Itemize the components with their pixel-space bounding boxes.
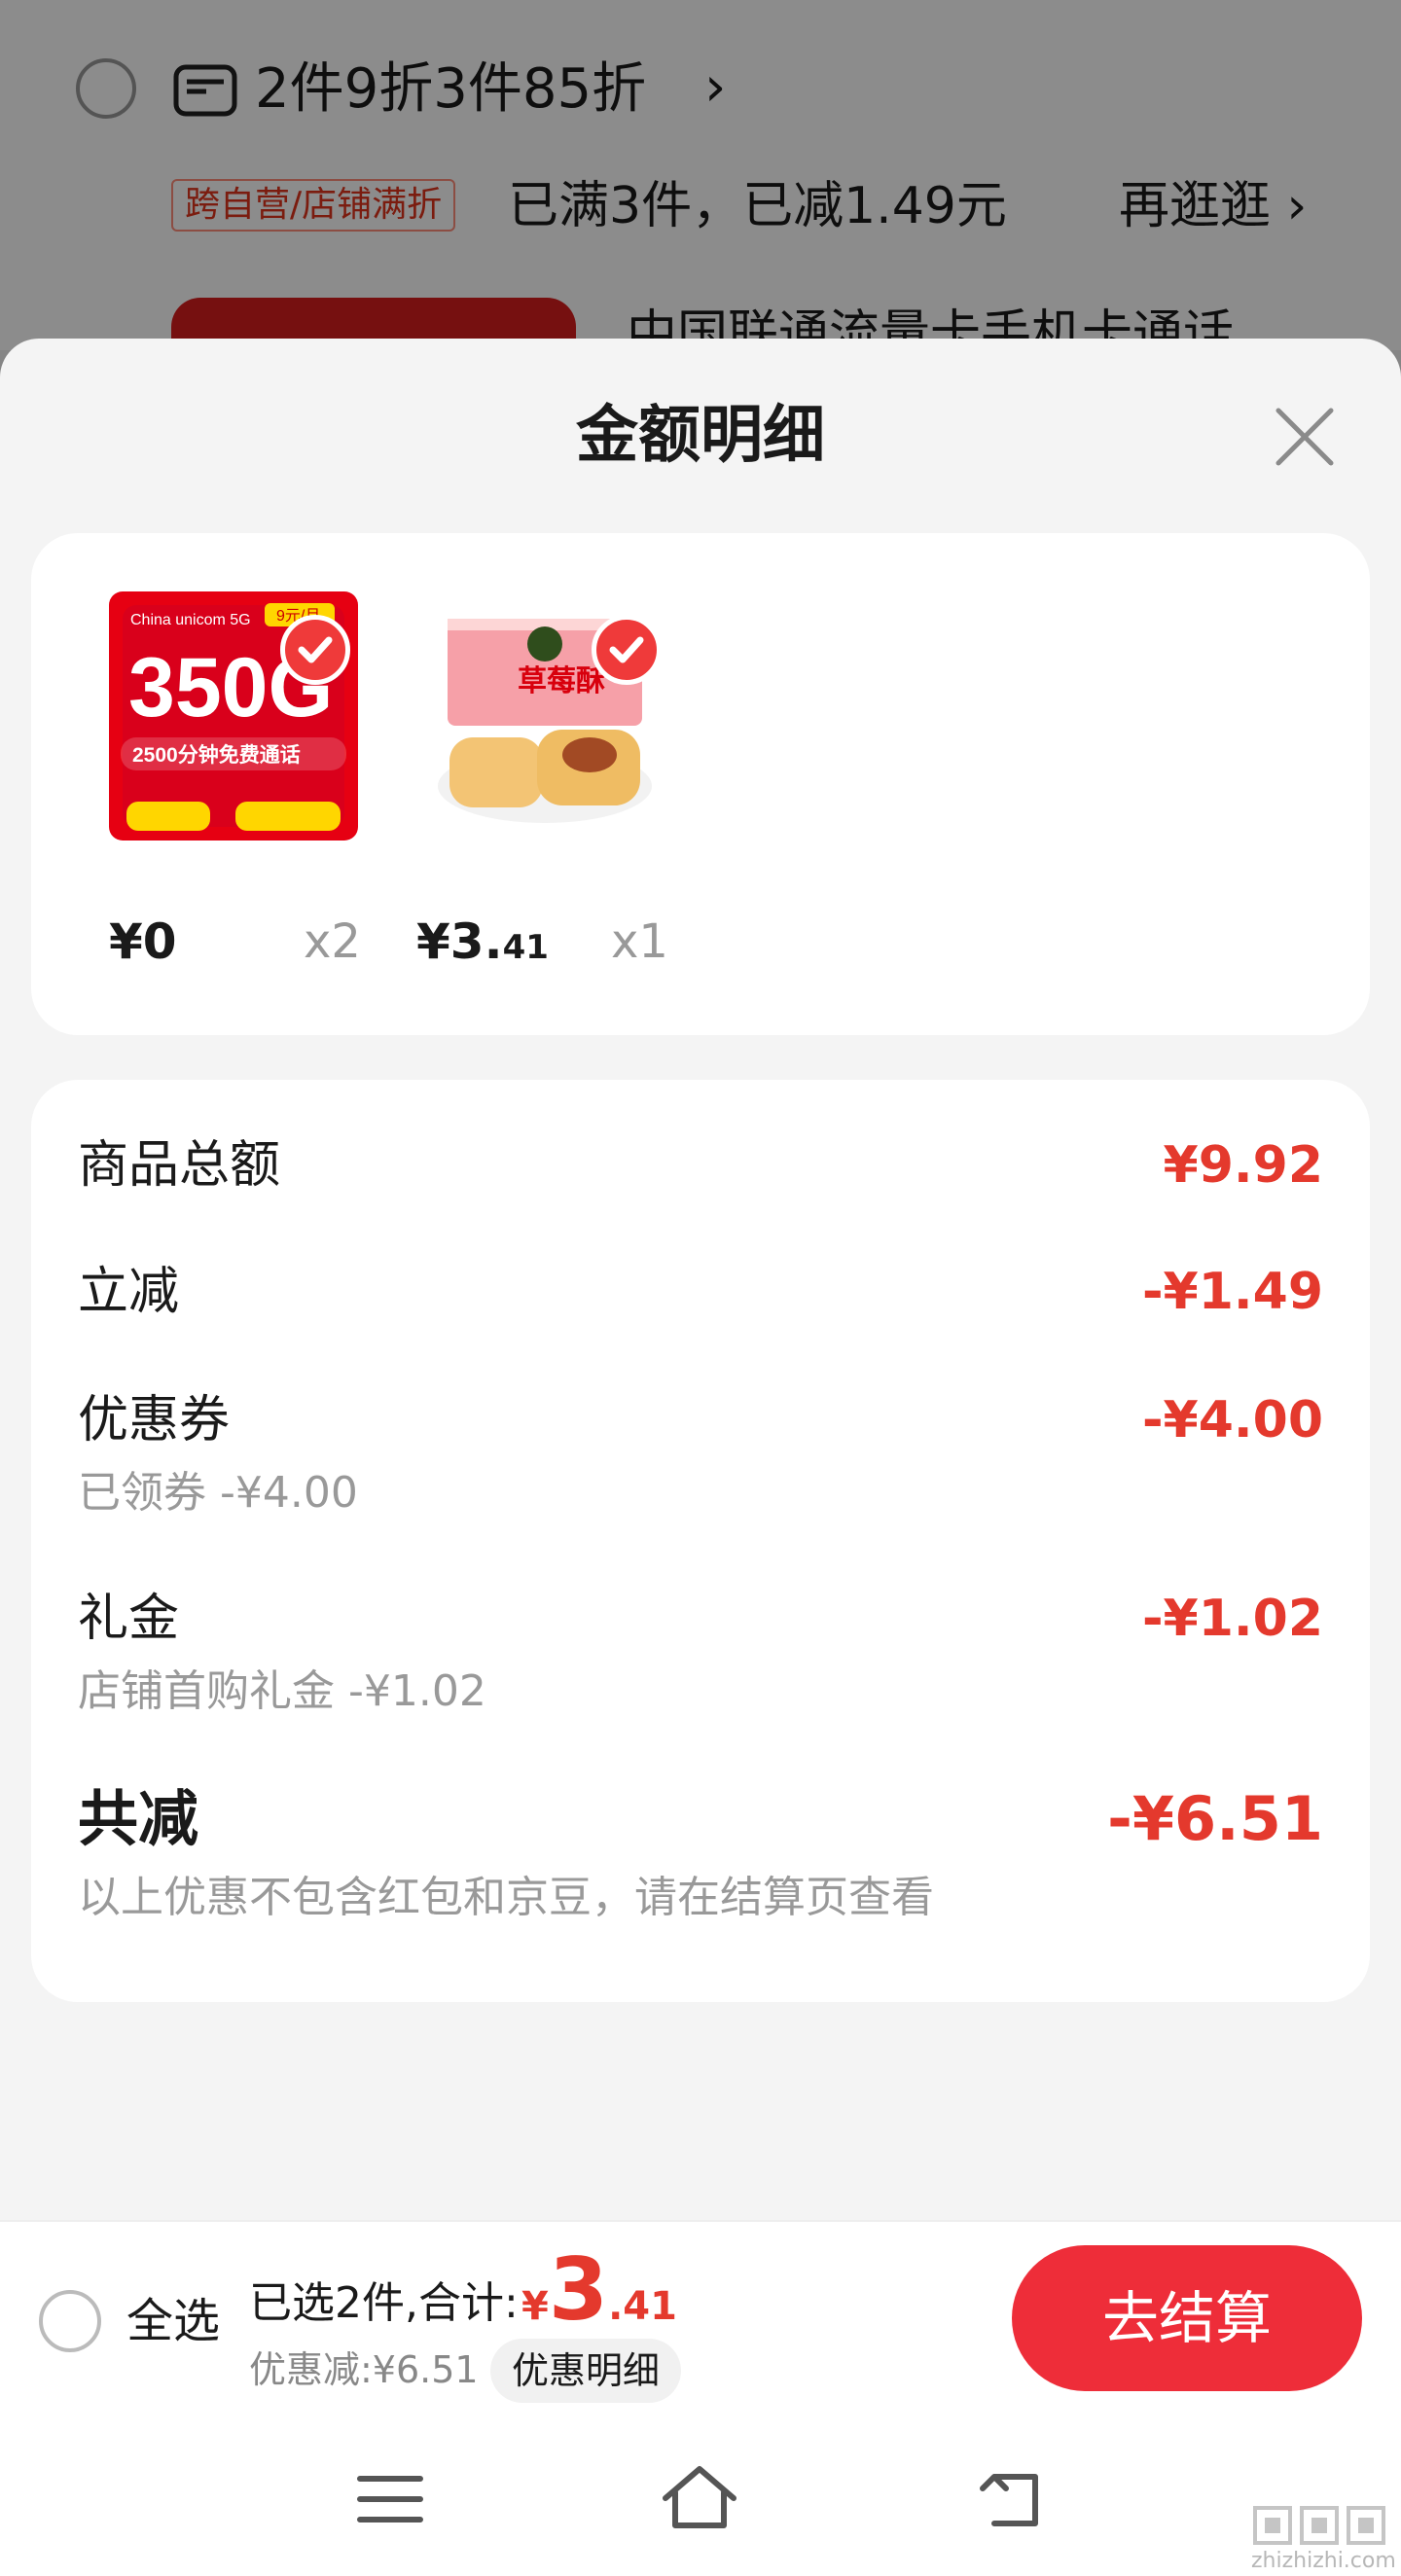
summary-label: 已选2件,合计: [249, 2278, 519, 2328]
discount-detail-button[interactable]: 优惠明细 [490, 2339, 682, 2403]
close-icon [1275, 408, 1334, 466]
selected-check-icon [592, 615, 662, 685]
watermark-text: zhizhizhi.com [1251, 2549, 1396, 2573]
gift-label: 礼金 [78, 1590, 180, 1648]
product-image-subtext: 2500分钟免费通话 [132, 743, 301, 767]
subtotal-label: 商品总额 [78, 1136, 281, 1195]
back-icon[interactable] [967, 2455, 1055, 2543]
amount-detail-card: 商品总额 ¥9.92 立减 -¥1.49 优惠券 已领券 -¥4.00 -¥4.… [31, 1080, 1370, 2002]
product-quantity: x2 [304, 914, 361, 969]
svg-text:China unicom 5G: China unicom 5G [130, 612, 251, 628]
products-card: China unicom 5G 9元/月 350G 2500分钟免费通话 草莓酥… [31, 533, 1370, 1035]
product-quantity: x1 [611, 914, 668, 969]
total-discount-note: 以上优惠不包含红包和京豆，请在结算页查看 [78, 1873, 934, 1922]
checkout-bar: 全选 已选2件,合计: ¥3.41 优惠减:¥6.51 优惠明细 去结算 [0, 2220, 1401, 2416]
gift-subtext: 店铺首购礼金 -¥1.02 [78, 1666, 486, 1716]
total-discount-value: -¥6.51 [1107, 1783, 1323, 1854]
product-price: ¥3.41 [416, 913, 549, 970]
sheet-title: 金额明细 [576, 400, 825, 472]
watermark-logo: zhizhizhi.com [1251, 2504, 1397, 2573]
instant-discount-label: 立减 [78, 1263, 180, 1321]
select-all-radio[interactable] [39, 2290, 101, 2352]
total-discount-label: 共减 [78, 1783, 199, 1854]
select-all-label[interactable]: 全选 [126, 2282, 220, 2360]
menu-icon[interactable] [346, 2455, 434, 2543]
selected-check-icon [280, 615, 350, 685]
subtotal-value: ¥9.92 [1163, 1136, 1323, 1195]
coupon-subtext: 已领券 -¥4.00 [78, 1468, 358, 1518]
product-price: ¥0 [109, 913, 177, 970]
checkout-button[interactable]: 去结算 [1012, 2245, 1362, 2391]
instant-discount-value: -¥1.49 [1141, 1263, 1323, 1321]
discount-amount: 优惠减:¥6.51 [249, 2348, 479, 2391]
close-button[interactable] [1271, 403, 1339, 471]
product-image-text: 草莓酥 [518, 665, 605, 698]
gift-value: -¥1.02 [1141, 1590, 1323, 1648]
home-icon[interactable] [656, 2455, 743, 2543]
product-item[interactable]: China unicom 5G 9元/月 350G 2500分钟免费通话 [109, 591, 362, 844]
coupon-value: -¥4.00 [1141, 1391, 1323, 1449]
system-navigation-bar [0, 2416, 1401, 2576]
coupon-label: 优惠券 [78, 1391, 231, 1449]
product-item[interactable]: 草莓酥 [420, 591, 673, 844]
